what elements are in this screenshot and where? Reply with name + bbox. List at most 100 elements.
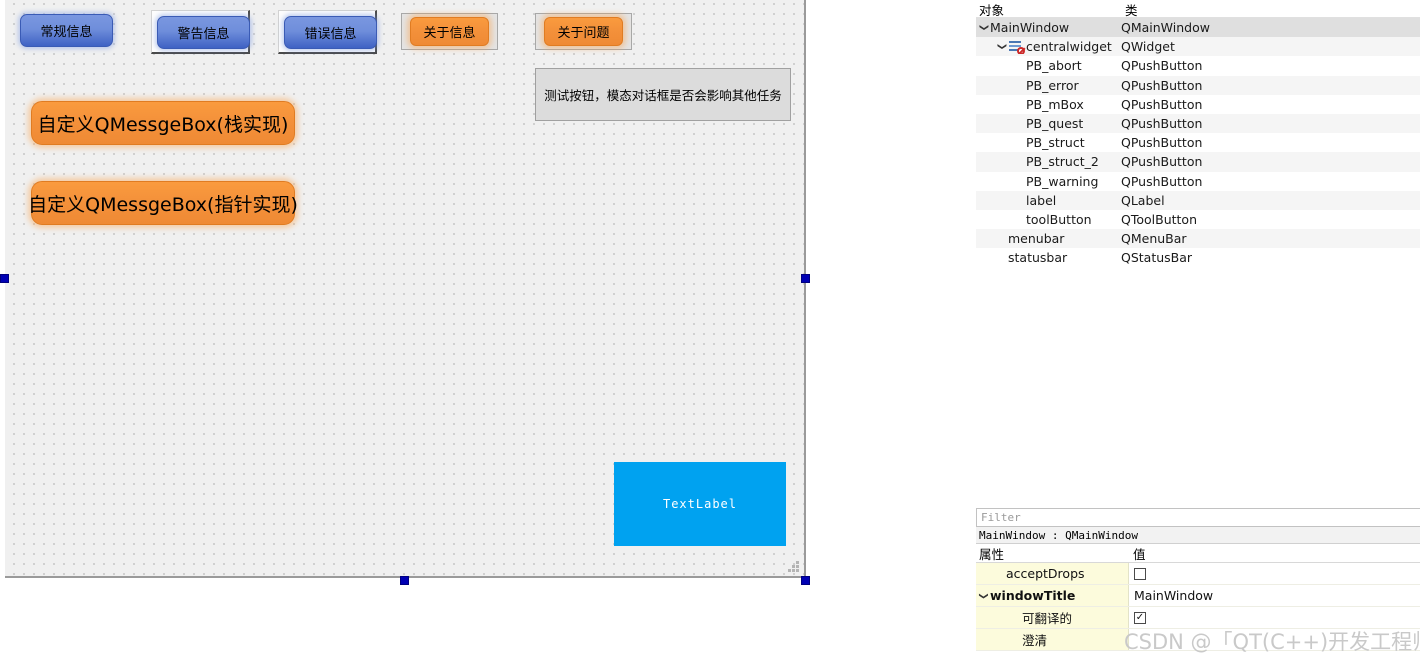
object-tree-row-class: QMenuBar <box>1121 231 1187 247</box>
property-row-label: windowTitle <box>990 588 1076 603</box>
object-tree-row-name-cell: ❯ MainWindow <box>976 20 1121 35</box>
selection-handle-bottom[interactable] <box>400 576 409 585</box>
object-tree-row[interactable]: toolButton QToolButton <box>976 210 1420 229</box>
object-tree-row-label: PB_quest <box>1026 116 1084 132</box>
object-tree-row-class: QToolButton <box>1121 211 1197 227</box>
custom-msgbox-pointer-button[interactable]: 自定义QMessgeBox(指针实现) <box>28 181 298 225</box>
object-tree-row-name-cell: PB_struct <box>976 135 1121 150</box>
error-info-button-label: 错误信息 <box>304 27 357 42</box>
text-label-widget-text: TextLabel <box>662 497 738 511</box>
object-tree-row-class: QPushButton <box>1121 77 1203 93</box>
object-tree-row[interactable]: PB_warning QPushButton <box>976 172 1420 191</box>
about-info-button-label: 关于信息 <box>423 26 476 41</box>
class-column-header: 类 <box>1125 3 1138 18</box>
custom-msgbox-pointer-label: 自定义QMessgeBox(指针实现) <box>28 193 298 216</box>
property-row-value[interactable]: MainWindow <box>1129 585 1420 606</box>
object-tree-row-name-cell: PB_error <box>976 78 1121 93</box>
object-tree-row-label: PB_struct_2 <box>1026 154 1099 170</box>
object-tree-row-name-cell: label <box>976 193 1121 208</box>
object-tree-row[interactable]: PB_quest QPushButton <box>976 113 1420 134</box>
object-tree-row-name-cell: PB_mBox <box>976 97 1121 112</box>
object-tree-row-label: toolButton <box>1026 211 1092 227</box>
object-tree-row-label: MainWindow <box>990 20 1070 36</box>
property-row[interactable]: ❯ windowTitle MainWindow <box>976 585 1420 607</box>
object-tree-row-class: QLabel <box>1121 192 1165 208</box>
right-panel: 对象 类 ❯ MainWindow QMainWindow ❯ centralwidge… <box>975 0 1420 658</box>
object-tree-row[interactable]: PB_struct_2 QPushButton <box>976 152 1420 172</box>
chevron-down-icon[interactable]: ❯ <box>997 40 1007 54</box>
checkbox-unchecked-icon[interactable] <box>1134 567 1146 580</box>
object-tree-row-name-cell: PB_quest <box>976 116 1121 131</box>
property-row-label: 可翻译的 <box>1022 611 1073 626</box>
modal-test-label: 测试按钮，模态对话框是否会影响其他任务 <box>535 68 791 121</box>
property-filter-input[interactable]: Filter <box>976 508 1420 527</box>
object-tree-row-label: PB_abort <box>1026 58 1082 74</box>
property-table-header: 属性 值 <box>976 544 1420 563</box>
object-tree-row[interactable]: PB_error QPushButton <box>976 75 1420 95</box>
object-tree-row-class: QPushButton <box>1121 173 1203 189</box>
object-tree-row-name-cell: PB_abort <box>976 58 1121 73</box>
warning-info-button[interactable]: 警告信息 <box>157 16 250 49</box>
object-tree-row-name-cell: PB_struct_2 <box>976 154 1121 169</box>
object-tree-row[interactable]: label QLabel <box>976 190 1420 210</box>
custom-msgbox-stack-label: 自定义QMessgeBox(栈实现) <box>37 113 289 136</box>
property-row-value[interactable] <box>1129 563 1420 584</box>
object-tree-row-class: QPushButton <box>1121 96 1203 112</box>
property-row[interactable]: acceptDrops <box>976 563 1420 585</box>
object-tree-row-label: PB_struct <box>1026 135 1085 151</box>
property-value-column-header: 值 <box>1133 546 1146 562</box>
object-tree-row[interactable]: PB_abort QPushButton <box>976 56 1420 75</box>
property-name-column-header: 属性 <box>979 546 1005 562</box>
object-tree-row[interactable]: PB_struct QPushButton <box>976 133 1420 152</box>
text-label-widget[interactable]: TextLabel <box>614 462 786 546</box>
form-canvas-area: 常规信息 警告信息 错误信息 关于信息 关于问题 测试按钮，模态对话框是否会影响… <box>0 0 975 658</box>
property-object-title: MainWindow : QMainWindow <box>976 527 1420 544</box>
chevron-down-icon[interactable]: ❯ <box>979 21 989 35</box>
about-question-button[interactable]: 关于问题 <box>544 17 623 46</box>
object-tree-row-label: PB_warning <box>1026 173 1099 189</box>
property-row-value[interactable] <box>1129 629 1420 650</box>
property-value-text: MainWindow <box>1134 588 1214 603</box>
property-row[interactable]: 可翻译的 ✓ <box>976 607 1420 629</box>
normal-info-button[interactable]: 常规信息 <box>20 14 113 47</box>
object-tree-row-class: QPushButton <box>1121 58 1203 74</box>
object-tree-row[interactable]: ❯ centralwidget QWidget <box>976 37 1420 57</box>
property-rows[interactable]: acceptDrops ❯ windowTitle MainWindow 可翻译的 ✓ 澄清 <box>976 563 1420 651</box>
warning-info-button-label: 警告信息 <box>177 27 230 42</box>
object-tree-row[interactable]: menubar QMenuBar <box>976 229 1420 249</box>
object-tree-row-class: QPushButton <box>1121 135 1203 151</box>
object-tree-row-name-cell: menubar <box>976 231 1121 246</box>
property-row[interactable]: 澄清 <box>976 629 1420 651</box>
object-tree-row-label: PB_error <box>1026 77 1079 93</box>
object-inspector-header: 对象 类 <box>976 0 1420 18</box>
error-info-button[interactable]: 错误信息 <box>284 16 377 49</box>
object-tree-row[interactable]: statusbar QStatusBar <box>976 248 1420 267</box>
selection-handle-bottom-right[interactable] <box>801 576 810 585</box>
object-tree-row-name-cell: PB_warning <box>976 174 1121 189</box>
object-tree-row-name-cell: statusbar <box>976 250 1121 265</box>
object-tree-row-label: menubar <box>1008 231 1065 247</box>
form-resize-grip[interactable] <box>788 561 802 575</box>
object-tree-row-class: QWidget <box>1121 39 1175 55</box>
object-tree-row-name-cell: toolButton <box>976 212 1121 227</box>
modal-test-label-text: 测试按钮，模态对话框是否会影响其他任务 <box>544 88 782 103</box>
design-form-widget[interactable]: 常规信息 警告信息 错误信息 关于信息 关于问题 测试按钮，模态对话框是否会影响… <box>5 0 806 578</box>
object-tree-row[interactable]: PB_mBox QPushButton <box>976 95 1420 114</box>
object-tree-row-label: label <box>1026 192 1057 208</box>
selection-handle-left[interactable] <box>0 274 9 283</box>
object-column-header: 对象 <box>979 3 1005 18</box>
property-row-name: acceptDrops <box>976 563 1129 584</box>
object-tree[interactable]: ❯ MainWindow QMainWindow ❯ centralwidget QWid… <box>976 18 1420 267</box>
property-row-value[interactable]: ✓ <box>1129 607 1420 628</box>
chevron-down-icon[interactable]: ❯ <box>978 589 988 603</box>
object-tree-row-class: QMainWindow <box>1121 20 1210 36</box>
object-tree-row[interactable]: ❯ MainWindow QMainWindow <box>976 18 1420 38</box>
normal-info-button-label: 常规信息 <box>40 25 93 40</box>
checkbox-checked-icon[interactable]: ✓ <box>1134 611 1146 624</box>
property-row-name: ❯ windowTitle <box>976 585 1129 606</box>
selection-handle-right[interactable] <box>801 274 810 283</box>
object-tree-row-label: PB_mBox <box>1026 96 1084 112</box>
about-info-button[interactable]: 关于信息 <box>410 17 489 46</box>
custom-msgbox-stack-button[interactable]: 自定义QMessgeBox(栈实现) <box>31 101 295 145</box>
object-tree-row-name-cell: ❯ centralwidget <box>976 39 1121 55</box>
